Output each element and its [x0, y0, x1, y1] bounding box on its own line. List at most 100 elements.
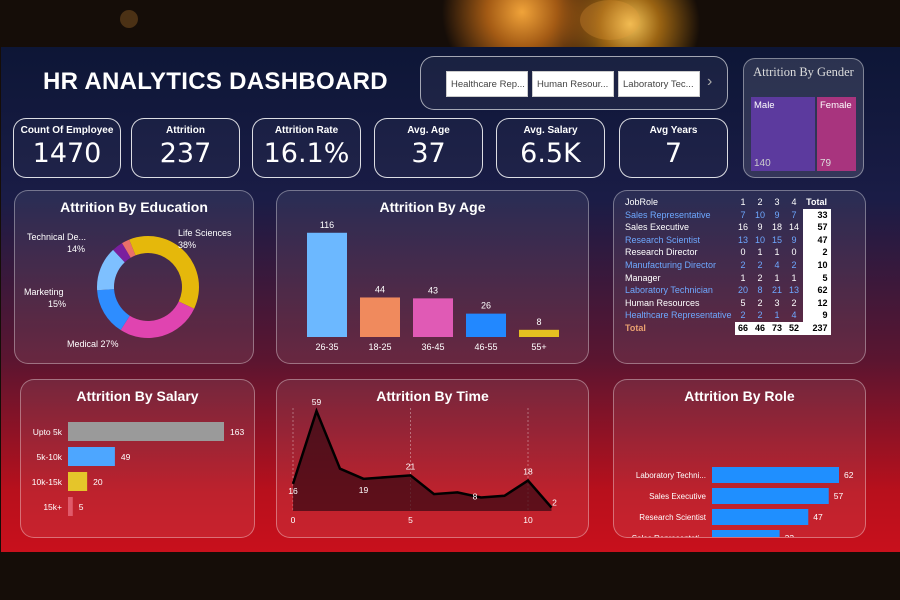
- row-jobrole-name: Sales Representative: [625, 209, 711, 220]
- salary-tick-label: 5k-10k: [36, 452, 62, 462]
- table-row[interactable]: Healthcare Representative 2 2 1 4 9: [622, 309, 831, 322]
- time-tick-label: 10: [523, 515, 533, 525]
- row-cell: 13: [789, 285, 800, 296]
- female-block[interactable]: Female 79: [817, 97, 856, 171]
- age-bar-value: 116: [320, 220, 334, 230]
- row-cell: 0: [791, 247, 797, 258]
- time-point-label: 19: [359, 485, 369, 495]
- col-total[interactable]: Total: [803, 196, 831, 209]
- table-row[interactable]: Manager 1 2 1 1 5: [622, 271, 831, 285]
- table-row[interactable]: Sales Executive 16 9 18 14 57: [622, 221, 831, 234]
- gender-card: Attrition By Gender Male 140 Female 79: [743, 58, 864, 178]
- row-jobrole-name: Healthcare Representative: [625, 310, 732, 321]
- col-3[interactable]: 3: [769, 196, 786, 209]
- kpi-value: 1470: [32, 138, 102, 169]
- time-point-label: 16: [288, 486, 298, 496]
- row-total: 47: [802, 233, 831, 247]
- row-jobrole-name: Human Resources: [625, 297, 700, 308]
- male-value: 140: [754, 158, 771, 169]
- time-point-label: 59: [312, 397, 322, 407]
- chevron-right-icon[interactable]: ›: [707, 73, 712, 91]
- role-bar: [712, 467, 839, 483]
- slicer-item-healthcare[interactable]: Healthcare Rep...: [446, 71, 528, 97]
- row-jobrole-name: Laboratory Technician: [625, 285, 713, 296]
- row-cell: 73: [768, 321, 786, 335]
- salary-bar-value: 20: [93, 477, 103, 487]
- jobrole-table: JobRole 1 2 3 4 Total Sales Representati…: [622, 196, 831, 335]
- salary-bar-value: 5: [79, 502, 84, 512]
- kpi-label: Avg. Salary: [523, 125, 578, 136]
- male-block[interactable]: Male 140: [751, 97, 815, 171]
- time-point-label: 21: [406, 461, 416, 471]
- label-life-pct: 38%: [178, 240, 196, 250]
- kpi-label: Attrition: [166, 125, 205, 136]
- salary-panel: Attrition By Salary Upto 5k 163 5k-10k 49 10…: [20, 379, 255, 538]
- row-cell: 2: [757, 310, 763, 321]
- row-cell: 8: [757, 285, 763, 296]
- row-cell: 4: [774, 259, 780, 270]
- kpi-value: 6.5K: [520, 138, 581, 169]
- row-cell: 1: [791, 272, 797, 283]
- row-jobrole-name: Research Director: [625, 247, 698, 258]
- education-donut-chart: Technical De... 14% Life Sciences 38% Ma…: [24, 228, 232, 349]
- table-row[interactable]: Human Resources 5 2 3 2 12: [622, 296, 831, 310]
- male-label: Male: [754, 100, 775, 111]
- row-cell: 7: [791, 209, 797, 220]
- time-area: [293, 411, 552, 511]
- role-bar: [712, 530, 780, 537]
- time-panel: Attrition By Time 16 59 19 21 8 18 2 0 5 10: [276, 379, 589, 538]
- salary-bar-value: 163: [230, 427, 244, 437]
- table-row[interactable]: Research Scientist 13 10 15 9 47: [622, 233, 831, 247]
- role-bar-value: 62: [844, 470, 854, 480]
- kpi-label: Avg. Age: [407, 125, 450, 136]
- kpi-avg-years: Avg Years 7: [619, 118, 728, 178]
- age-bar: [413, 298, 453, 337]
- female-value: 79: [820, 158, 832, 169]
- slicer-item-human-resources[interactable]: Human Resour...: [532, 71, 614, 97]
- row-cell: 46: [751, 321, 769, 335]
- kpi-value: 7: [664, 138, 683, 169]
- kpi-value: 37: [411, 138, 446, 169]
- age-bar: [307, 232, 347, 337]
- row-jobrole-name: Manager: [625, 272, 661, 283]
- slicer-item-laboratory[interactable]: Laboratory Tec...: [618, 71, 700, 97]
- row-cell: 10: [755, 234, 766, 245]
- table-row[interactable]: Manufacturing Director 2 2 4 2 10: [622, 258, 831, 272]
- age-bar-value: 8: [536, 317, 541, 327]
- age-panel: Attrition By Age 116 26-35 44 18-25 43 36-45 2…: [276, 190, 589, 364]
- row-total: 12: [802, 296, 831, 310]
- age-bar-value: 43: [428, 285, 438, 295]
- education-panel: Attrition By Education Technical De... 1…: [14, 190, 254, 364]
- kpi-value: 16.1%: [263, 138, 350, 169]
- kpi-value: 237: [159, 138, 212, 169]
- row-cell: 5: [740, 297, 746, 308]
- row-cell: 20: [738, 285, 749, 296]
- kpi-attrition-rate: Attrition Rate 16.1%: [252, 118, 361, 178]
- col-2[interactable]: 2: [752, 196, 769, 209]
- label-marketing-pct: 15%: [48, 299, 66, 309]
- salary-bar-chart: Upto 5k 163 5k-10k 49 10k-15k 20 15k+ 5: [32, 422, 244, 516]
- col-jobrole[interactable]: JobRole: [622, 196, 735, 209]
- age-bar-value: 26: [481, 301, 491, 311]
- role-bar: [712, 509, 809, 525]
- table-row[interactable]: Laboratory Technician 20 8 21 13 62: [622, 284, 831, 297]
- jobrole-slicer: Healthcare Rep... Human Resour... Labora…: [420, 56, 728, 110]
- row-cell: 10: [755, 209, 766, 220]
- table-total-row[interactable]: Total 66 46 73 52 237: [622, 321, 831, 335]
- row-total: 57: [802, 221, 831, 234]
- row-cell: 0: [740, 247, 746, 258]
- row-cell: 4: [791, 310, 797, 321]
- kpi-employee-count: Count Of Employee 1470: [13, 118, 121, 178]
- row-total: 33: [802, 208, 831, 222]
- col-4[interactable]: 4: [786, 196, 803, 209]
- role-bar: [712, 488, 829, 504]
- table-row[interactable]: Sales Representative 7 10 9 7 33: [622, 208, 831, 222]
- row-total: 10: [802, 258, 831, 272]
- row-cell: 1: [774, 310, 780, 321]
- row-jobrole-name: Research Scientist: [625, 234, 701, 245]
- role-bar-chart: Laboratory Techni... 62 Sales Executive 57 R…: [632, 467, 854, 537]
- row-cell: 1: [774, 247, 780, 258]
- row-cell: 66: [734, 321, 752, 335]
- table-row[interactable]: Research Director 0 1 1 0 2: [622, 246, 831, 259]
- col-1[interactable]: 1: [735, 196, 752, 209]
